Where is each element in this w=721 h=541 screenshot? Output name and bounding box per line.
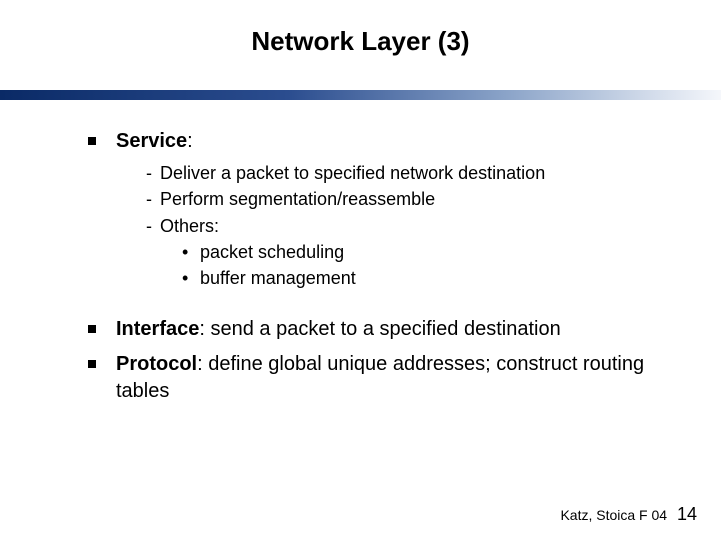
bullet-heading: Interface — [116, 318, 199, 340]
dot-bullet-icon: • — [182, 266, 200, 290]
bullet-heading: Service — [116, 130, 187, 152]
footer: Katz, Stoica F 04 14 — [560, 504, 697, 525]
dot-bullet-icon: • — [182, 240, 200, 264]
bullet-heading: Protocol — [116, 353, 197, 375]
sub-text: Deliver a packet to specified network de… — [160, 161, 545, 185]
dash-bullet-icon: - — [146, 214, 160, 238]
slide-title: Network Layer (3) — [0, 26, 721, 57]
footer-credit: Katz, Stoica F 04 — [560, 507, 667, 523]
bullet-rest: : — [187, 130, 193, 152]
bullet-row: Interface: send a packet to a specified … — [88, 316, 681, 343]
list-item: • buffer management — [182, 266, 681, 290]
sub-text: Perform segmentation/reassemble — [160, 187, 435, 211]
list-item: • packet scheduling — [182, 240, 681, 264]
bullet-interface: Interface: send a packet to a specified … — [88, 316, 681, 343]
sub-text: Others: — [160, 214, 219, 238]
bullet-row: Protocol: define global unique addresses… — [88, 351, 681, 405]
square-bullet-icon — [88, 137, 96, 145]
square-bullet-icon — [88, 360, 96, 368]
square-bullet-icon — [88, 325, 96, 333]
bullet-protocol: Protocol: define global unique addresses… — [88, 351, 681, 405]
slide-body: Service: - Deliver a packet to specified… — [88, 128, 681, 431]
bullet-service: Service: - Deliver a packet to specified… — [88, 128, 681, 290]
bullet-text: Service: — [116, 128, 681, 155]
bullet-text: Protocol: define global unique addresses… — [116, 351, 681, 405]
sub2-text: packet scheduling — [200, 240, 344, 264]
bullet-row: Service: — [88, 128, 681, 155]
dash-bullet-icon: - — [146, 161, 160, 185]
bullet-text: Interface: send a packet to a specified … — [116, 316, 681, 343]
list-item: - Others: — [146, 214, 681, 238]
sub-list: - Deliver a packet to specified network … — [146, 161, 681, 290]
bullet-rest: : send a packet to a specified destinati… — [199, 318, 560, 340]
divider-bar — [0, 90, 721, 100]
dash-bullet-icon: - — [146, 187, 160, 211]
sub-sub-list: • packet scheduling • buffer management — [182, 240, 681, 291]
slide: Network Layer (3) Service: - Deliver a p… — [0, 0, 721, 541]
list-item: - Deliver a packet to specified network … — [146, 161, 681, 185]
list-item: - Perform segmentation/reassemble — [146, 187, 681, 211]
page-number: 14 — [677, 504, 697, 524]
sub2-text: buffer management — [200, 266, 356, 290]
